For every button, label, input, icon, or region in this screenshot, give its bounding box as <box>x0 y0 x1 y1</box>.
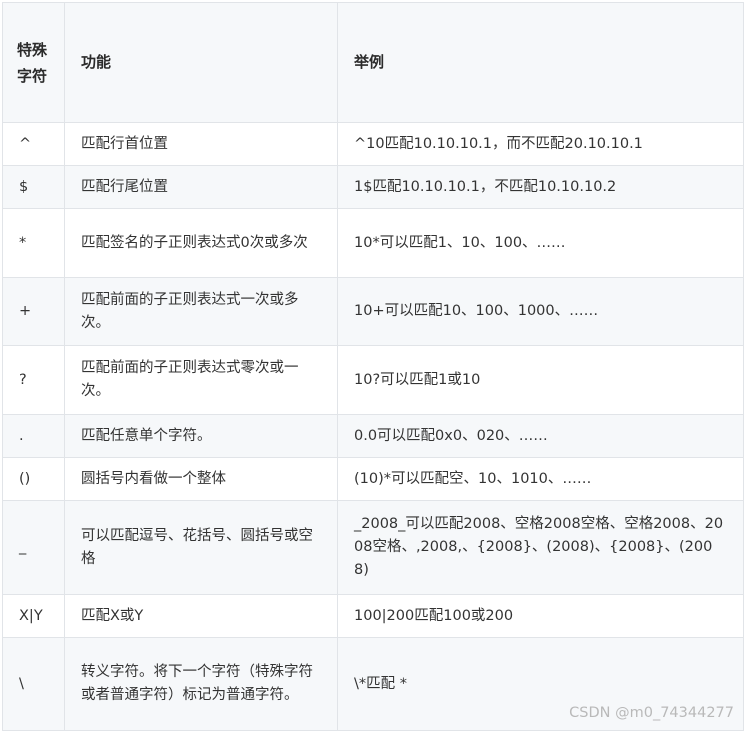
cell-char: * <box>2 208 65 278</box>
table-row: ^ 匹配行首位置 ^10匹配10.10.10.1，而不匹配20.10.10.1 <box>2 122 744 166</box>
cell-example: ^10匹配10.10.10.1，而不匹配20.10.10.1 <box>337 122 744 166</box>
cell-function: 匹配前面的子正则表达式零次或一次。 <box>64 345 338 415</box>
cell-example: 10+可以匹配10、100、1000、…… <box>337 277 744 346</box>
header-example: 举例 <box>337 2 744 123</box>
cell-function: 匹配行首位置 <box>64 122 338 166</box>
cell-example: 0.0可以匹配0x0、020、…… <box>337 414 744 458</box>
cell-function: 匹配任意单个字符。 <box>64 414 338 458</box>
table-row: X|Y 匹配X或Y 100|200匹配100或200 <box>2 594 744 638</box>
cell-function: 匹配签名的子正则表达式0次或多次 <box>64 208 338 278</box>
cell-example: 100|200匹配100或200 <box>337 594 744 638</box>
cell-function: 匹配前面的子正则表达式一次或多次。 <box>64 277 338 346</box>
cell-char: ^ <box>2 122 65 166</box>
cell-example: 1$匹配10.10.10.1，不匹配10.10.10.2 <box>337 165 744 209</box>
table-row: () 圆括号内看做一个整体 (10)*可以匹配空、10、1010、…… <box>2 457 744 501</box>
cell-char: \ <box>2 637 65 731</box>
cell-example: _2008_可以匹配2008、空格2008空格、空格2008、2008空格、,2… <box>337 500 744 595</box>
cell-example: 10?可以匹配1或10 <box>337 345 744 415</box>
table-row: + 匹配前面的子正则表达式一次或多次。 10+可以匹配10、100、1000、…… <box>2 277 744 346</box>
table-row: . 匹配任意单个字符。 0.0可以匹配0x0、020、…… <box>2 414 744 458</box>
cell-example: 10*可以匹配1、10、100、…… <box>337 208 744 278</box>
cell-char: () <box>2 457 65 501</box>
cell-function: 可以匹配逗号、花括号、圆括号或空格 <box>64 500 338 595</box>
header-function: 功能 <box>64 2 338 123</box>
regex-table: 特殊字符 功能 举例 ^ 匹配行首位置 ^10匹配10.10.10.1，而不匹配… <box>2 2 744 731</box>
cell-char: . <box>2 414 65 458</box>
table-row: $ 匹配行尾位置 1$匹配10.10.10.1，不匹配10.10.10.2 <box>2 165 744 209</box>
cell-function: 匹配X或Y <box>64 594 338 638</box>
cell-char: $ <box>2 165 65 209</box>
header-special-char: 特殊字符 <box>2 2 65 123</box>
cell-char: ? <box>2 345 65 415</box>
cell-char: X|Y <box>2 594 65 638</box>
table-header-row: 特殊字符 功能 举例 <box>2 2 744 123</box>
cell-char: + <box>2 277 65 346</box>
table-row: ? 匹配前面的子正则表达式零次或一次。 10?可以匹配1或10 <box>2 345 744 415</box>
cell-char: _ <box>2 500 65 595</box>
cell-example: (10)*可以匹配空、10、1010、…… <box>337 457 744 501</box>
cell-function: 圆括号内看做一个整体 <box>64 457 338 501</box>
csdn-watermark: CSDN @m0_74344277 <box>569 705 734 721</box>
table-row: * 匹配签名的子正则表达式0次或多次 10*可以匹配1、10、100、…… <box>2 208 744 278</box>
table-row: _ 可以匹配逗号、花括号、圆括号或空格 _2008_可以匹配2008、空格200… <box>2 500 744 595</box>
cell-function: 匹配行尾位置 <box>64 165 338 209</box>
cell-function: 转义字符。将下一个字符（特殊字符或者普通字符）标记为普通字符。 <box>64 637 338 731</box>
